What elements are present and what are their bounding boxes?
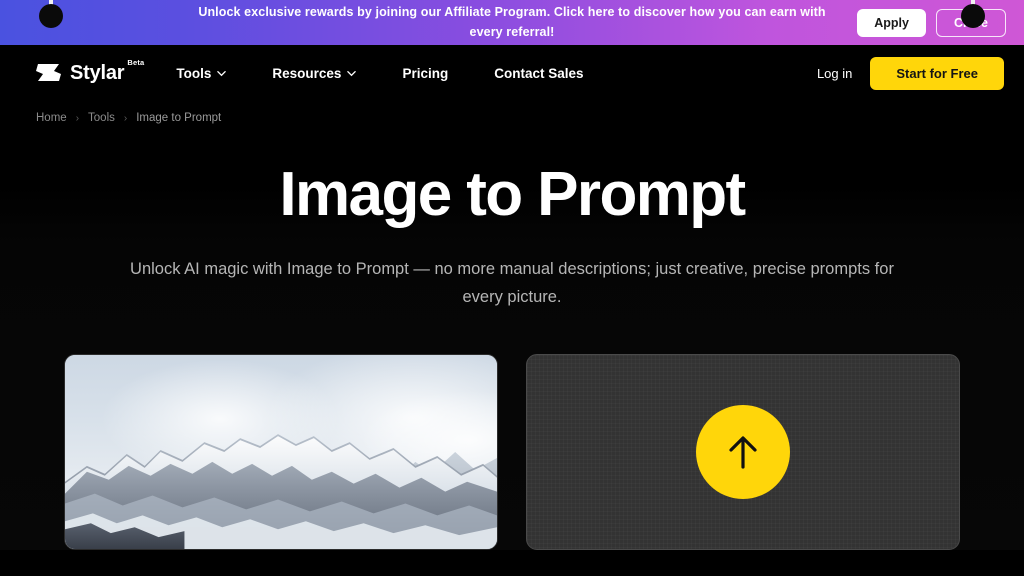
upload-arrow-icon <box>729 436 757 469</box>
main-navigation: Stylar Beta Tools Resources Pricing Conta… <box>0 45 1024 102</box>
upload-panel[interactable] <box>526 353 960 550</box>
breadcrumb: Home › Tools › Image to Prompt <box>0 102 1024 124</box>
chevron-down-icon <box>217 71 227 77</box>
mountain-photo <box>65 434 497 549</box>
apply-button[interactable]: Apply <box>857 8 926 37</box>
nav-right-actions: Log in Start for Free <box>817 57 1004 90</box>
chevron-down-icon <box>347 71 357 77</box>
breadcrumb-item-tools[interactable]: Tools <box>88 112 115 124</box>
panels-row <box>0 353 1024 550</box>
nav-item-tools[interactable]: Tools <box>176 58 227 89</box>
sample-image-panel[interactable] <box>64 353 498 550</box>
balloon-ball <box>961 4 985 28</box>
hero-section: Image to Prompt Unlock AI magic with Ima… <box>0 124 1024 550</box>
nav-item-label: Contact Sales <box>494 66 584 81</box>
nav-item-label: Tools <box>176 66 212 81</box>
nav-item-contact-sales[interactable]: Contact Sales <box>494 58 583 89</box>
balloon-ball <box>39 4 63 28</box>
beta-badge: Beta <box>127 58 145 67</box>
nav-item-label: Pricing <box>402 66 449 81</box>
nav-item-pricing[interactable]: Pricing <box>402 58 448 89</box>
breadcrumb-separator: › <box>123 112 128 124</box>
balloon-decoration-right <box>960 0 986 28</box>
promo-message[interactable]: Unlock exclusive rewards by joining our … <box>192 3 832 42</box>
stylar-logo-icon <box>36 63 61 81</box>
breadcrumb-separator: › <box>75 112 80 124</box>
brand-name: Stylar Beta <box>70 58 145 84</box>
login-link[interactable]: Log in <box>817 66 852 81</box>
page-subtitle: Unlock AI magic with Image to Prompt — n… <box>130 260 894 307</box>
brand-logo[interactable]: Stylar Beta <box>36 58 145 87</box>
promo-banner: Unlock exclusive rewards by joining our … <box>0 0 1024 45</box>
nav-item-label: Resources <box>272 66 342 81</box>
start-for-free-button[interactable]: Start for Free <box>870 57 1004 90</box>
upload-button[interactable] <box>696 404 790 499</box>
nav-item-resources[interactable]: Resources <box>272 58 357 89</box>
breadcrumb-item-current: Image to Prompt <box>136 112 222 124</box>
nav-links: Tools Resources Pricing Contact Sales <box>176 58 583 89</box>
balloon-decoration-left <box>38 0 64 28</box>
page-title: Image to Prompt <box>279 160 746 229</box>
breadcrumb-item-home[interactable]: Home <box>36 112 67 124</box>
